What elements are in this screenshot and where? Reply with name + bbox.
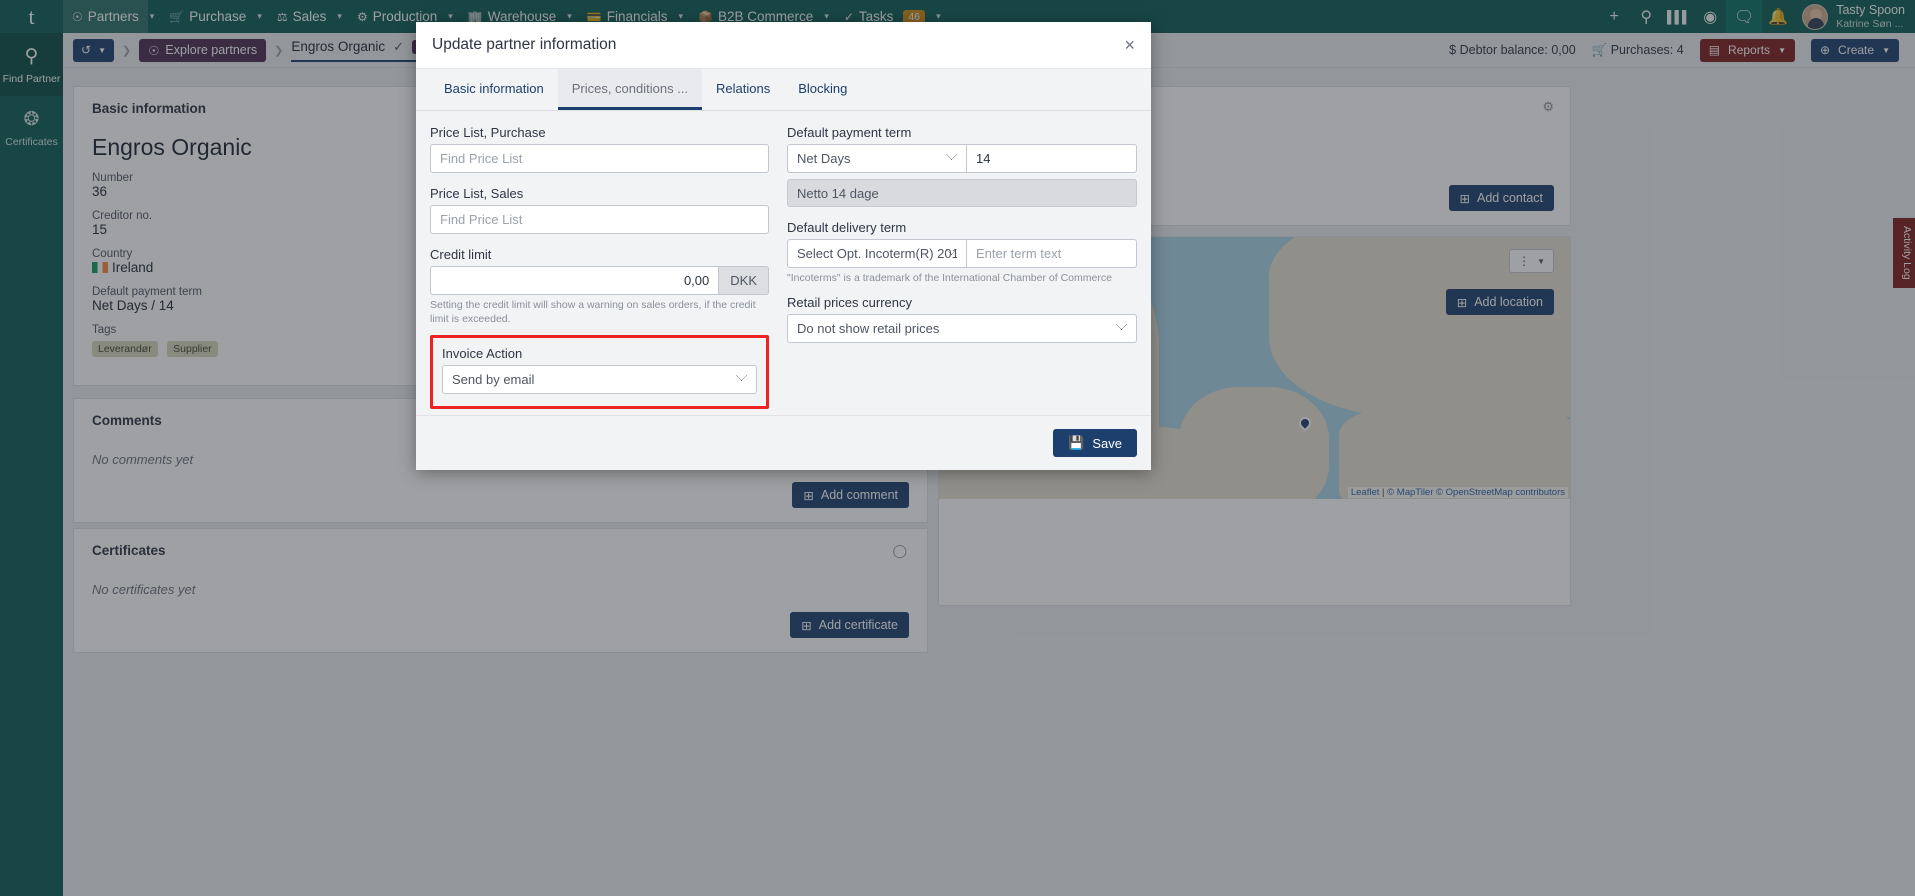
payment-term-days-input[interactable] — [967, 144, 1137, 173]
save-icon: 💾 — [1068, 435, 1084, 451]
credit-limit-group: Credit limit DKK Setting the credit limi… — [430, 247, 769, 326]
modal-footer: 💾 Save — [416, 415, 1151, 470]
delivery-term-help-text: "Incoterms" is a trademark of the Intern… — [787, 272, 1137, 286]
payment-term-group: Default payment term Net Days Netto 14 d… — [787, 125, 1137, 207]
invoice-action-select[interactable]: Send by email — [442, 365, 757, 394]
credit-limit-label: Credit limit — [430, 247, 769, 262]
modal-tabs: Basic information Prices, conditions ...… — [416, 69, 1151, 111]
credit-limit-currency-suffix[interactable]: DKK — [719, 266, 769, 295]
delivery-term-label: Default delivery term — [787, 220, 1137, 235]
modal-title: Update partner information — [432, 36, 616, 54]
delivery-term-text-input[interactable] — [967, 239, 1137, 268]
tab-blocking[interactable]: Blocking — [784, 69, 861, 110]
save-button[interactable]: 💾 Save — [1053, 429, 1137, 457]
retail-currency-group: Retail prices currency Do not show retai… — [787, 295, 1137, 343]
payment-term-label: Default payment term — [787, 125, 1137, 140]
invoice-action-label: Invoice Action — [442, 346, 757, 361]
retail-currency-select[interactable]: Do not show retail prices — [787, 314, 1137, 343]
price-list-sales-input[interactable] — [430, 205, 769, 234]
delivery-term-group: Default delivery term Select Opt. Incote… — [787, 220, 1137, 286]
payment-term-select[interactable]: Net Days — [787, 144, 967, 173]
price-list-purchase-group: Price List, Purchase — [430, 125, 769, 173]
invoice-action-highlight: Invoice Action Send by email — [430, 335, 769, 409]
payment-term-readonly-text: Netto 14 dage — [787, 179, 1137, 207]
price-list-sales-group: Price List, Sales — [430, 186, 769, 234]
modal-body: Price List, Purchase Price List, Sales C… — [416, 111, 1151, 415]
tab-relations[interactable]: Relations — [702, 69, 784, 110]
modal-right-column: Default payment term Net Days Netto 14 d… — [787, 125, 1137, 409]
save-button-label: Save — [1092, 436, 1122, 451]
price-list-sales-label: Price List, Sales — [430, 186, 769, 201]
tab-basic-information[interactable]: Basic information — [430, 69, 558, 110]
modal-left-column: Price List, Purchase Price List, Sales C… — [430, 125, 769, 409]
update-partner-modal: Update partner information × Basic infor… — [416, 22, 1151, 470]
close-icon[interactable]: × — [1124, 36, 1135, 54]
price-list-purchase-label: Price List, Purchase — [430, 125, 769, 140]
credit-limit-help-text: Setting the credit limit will show a war… — [430, 299, 769, 326]
retail-currency-label: Retail prices currency — [787, 295, 1137, 310]
price-list-purchase-input[interactable] — [430, 144, 769, 173]
modal-header: Update partner information × — [416, 22, 1151, 69]
delivery-term-select[interactable]: Select Opt. Incoterm(R) 2010 — [787, 239, 967, 268]
tab-prices-conditions[interactable]: Prices, conditions ... — [558, 69, 702, 110]
credit-limit-input[interactable] — [430, 266, 719, 295]
